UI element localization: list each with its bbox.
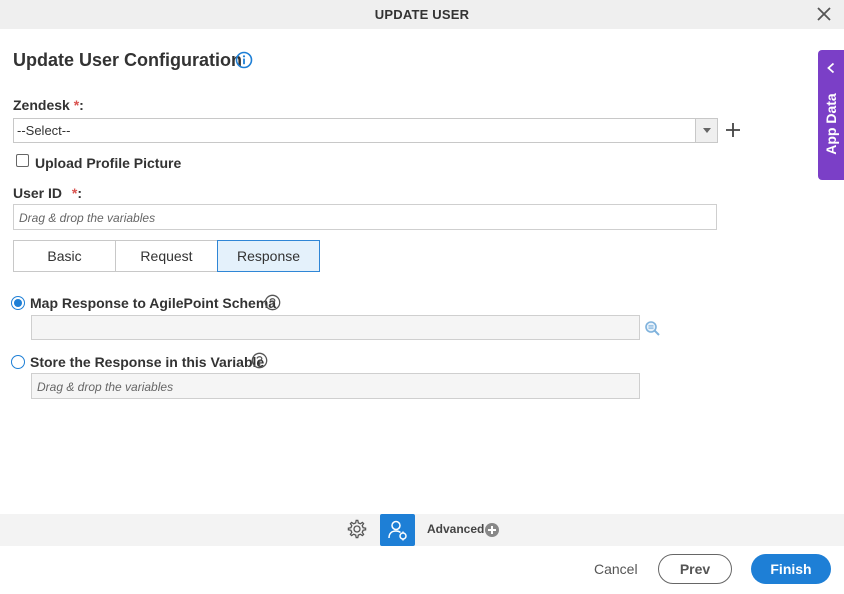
tab-response[interactable]: Response [217, 240, 320, 272]
dialog-titlebar: UPDATE USER [0, 0, 844, 29]
gear-icon[interactable] [346, 518, 368, 540]
label-colon: : [79, 97, 84, 113]
cancel-button[interactable]: Cancel [594, 561, 638, 577]
zendesk-label: Zendesk *: [13, 97, 84, 113]
tab-group: Basic Request Response [13, 240, 320, 272]
store-variable-placeholder: Drag & drop the variables [37, 380, 174, 394]
advanced-button[interactable]: Advanced [427, 522, 484, 536]
dialog-title: UPDATE USER [374, 7, 470, 22]
prev-button[interactable]: Prev [658, 554, 732, 584]
zendesk-label-text: Zendesk [13, 97, 70, 113]
user-id-input[interactable]: Drag & drop the variables [13, 204, 717, 230]
user-id-label: User ID *: [13, 185, 82, 201]
zendesk-select-value: --Select-- [17, 123, 71, 138]
user-settings-button[interactable] [380, 514, 415, 546]
store-response-label: Store the Response in this Variable [30, 354, 265, 370]
store-response-radio[interactable] [11, 355, 25, 369]
label-colon: : [77, 185, 83, 201]
app-data-label: App Data [823, 93, 839, 155]
chevron-left-icon [827, 62, 835, 74]
tab-request[interactable]: Request [115, 240, 218, 272]
bottom-toolbar [0, 514, 844, 546]
map-response-label: Map Response to AgilePoint Schema [30, 295, 277, 311]
upload-profile-checkbox[interactable] [16, 154, 29, 167]
search-icon[interactable] [644, 320, 661, 337]
app-data-panel-toggle[interactable]: App Data [818, 50, 844, 180]
zendesk-select[interactable]: --Select-- [13, 118, 718, 143]
plus-circle-icon[interactable] [485, 523, 499, 537]
close-icon[interactable] [814, 4, 834, 24]
user-id-label-text: User ID [13, 185, 63, 201]
schema-input[interactable] [31, 315, 640, 340]
info-icon[interactable] [235, 51, 253, 69]
upload-profile-label: Upload Profile Picture [35, 155, 182, 171]
question-circle-icon[interactable] [251, 352, 268, 369]
user-id-placeholder: Drag & drop the variables [19, 211, 156, 225]
finish-button[interactable]: Finish [751, 554, 831, 584]
store-variable-input[interactable]: Drag & drop the variables [31, 373, 640, 399]
question-circle-icon[interactable] [264, 294, 281, 311]
chevron-down-icon[interactable] [695, 119, 717, 142]
plus-icon[interactable] [724, 121, 742, 139]
page-title: Update User Configuration [13, 50, 243, 70]
user-settings-icon [388, 520, 407, 541]
map-response-radio[interactable] [11, 296, 25, 310]
tab-basic[interactable]: Basic [13, 240, 116, 272]
